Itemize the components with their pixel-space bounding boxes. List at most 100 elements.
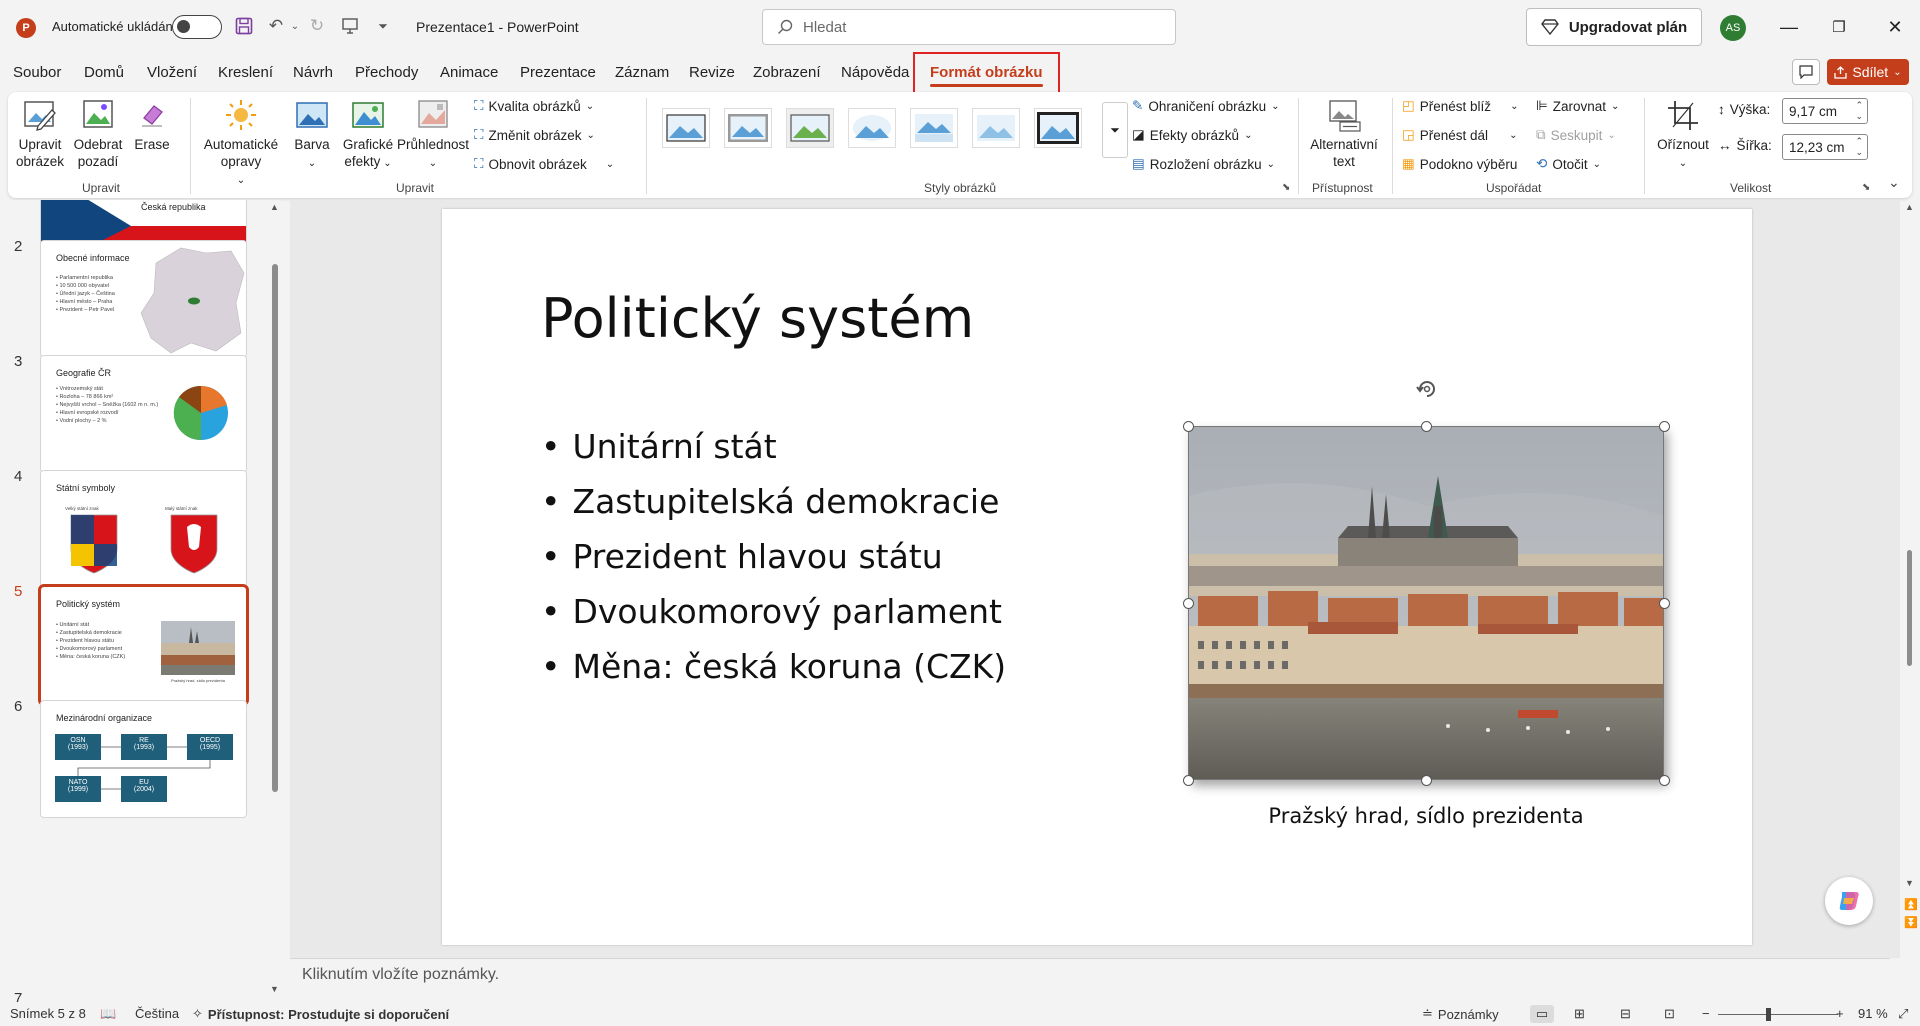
rotate-button[interactable]: ⟲ Otočit ⌄ [1536, 156, 1601, 172]
picture-layout-button[interactable]: ▤ Rozložení obrázku ⌄ [1132, 156, 1275, 172]
tab-domu[interactable]: Domů [84, 64, 124, 81]
slide-thumbnail-2[interactable]: Obecné informace • Parlamentní republika… [40, 240, 247, 358]
reading-view-icon[interactable]: ⊟ [1620, 1006, 1631, 1022]
customize-toolbar-icon[interactable]: ⏷ [371, 14, 395, 38]
auto-corrections-button[interactable]: Automatické opravy ⌄ [200, 98, 282, 189]
zoom-level[interactable]: 91 % [1858, 1006, 1888, 1021]
tab-napoveda[interactable]: Nápověda [841, 64, 909, 81]
copilot-button[interactable] [1825, 877, 1873, 925]
scroll-up-icon[interactable]: ▲ [270, 202, 279, 212]
transparency-button[interactable]: Průhlednost ⌄ [392, 98, 474, 172]
reset-picture-button[interactable]: ⛶ Obnovit obrázek ⌄ [474, 156, 614, 172]
tab-zaznam[interactable]: Záznam [615, 64, 669, 81]
scroll-down-icon[interactable]: ▼ [270, 984, 279, 994]
zoom-slider[interactable] [1718, 1014, 1838, 1015]
tab-soubor[interactable]: Soubor [13, 64, 61, 81]
fit-to-window-icon[interactable]: ⤢ [1898, 1006, 1908, 1022]
picture-style-1[interactable] [662, 108, 710, 148]
normal-view-icon[interactable]: ▭ [1530, 1005, 1554, 1023]
height-input[interactable]: 9,17 cm ⌃ ⌄ [1782, 98, 1868, 124]
slide-bullet-list[interactable]: Unitární stát Zastupitelská demokracie P… [541, 427, 1006, 702]
slide-thumbnail-6[interactable]: Mezinárodní organizace OSN (1993) RE (19… [40, 700, 247, 818]
send-backward-button[interactable]: ◲ Přenést dál ⌄ [1402, 127, 1517, 143]
slideshow-icon[interactable]: ⊡ [1664, 1006, 1675, 1022]
resize-handle-n[interactable] [1421, 421, 1432, 432]
slide-sorter-icon[interactable]: ⊞ [1574, 1006, 1585, 1022]
comments-button[interactable] [1792, 59, 1820, 85]
size-dialog-launcher-icon[interactable]: ⬊ [1862, 182, 1870, 193]
picture-style-6[interactable] [972, 108, 1020, 148]
upgrade-plan-button[interactable]: Upgradovat plán [1526, 8, 1702, 46]
slide-thumbnail-3[interactable]: Geografie ČR • Vnitrozemský stát • Rozlo… [40, 355, 247, 473]
picture-effects-button[interactable]: ◪ Efekty obrázků ⌄ [1132, 127, 1252, 143]
width-input[interactable]: 12,23 cm ⌃ ⌄ [1782, 134, 1868, 160]
resize-handle-ne[interactable] [1659, 421, 1670, 432]
photo-caption[interactable]: Pražský hrad, sídlo prezidenta [1188, 804, 1664, 828]
slide-scroll-thumb[interactable] [1907, 550, 1912, 666]
picture-style-7[interactable] [1034, 108, 1082, 148]
share-button[interactable]: Sdílet ⌄ [1827, 59, 1909, 85]
change-picture-button[interactable]: ⛶ Změnit obrázek ⌄ [474, 127, 595, 143]
selection-pane-button[interactable]: ▦ Podokno výběru [1402, 156, 1517, 172]
resize-handle-sw[interactable] [1183, 775, 1194, 786]
resize-handle-nw[interactable] [1183, 421, 1194, 432]
picture-style-2[interactable] [724, 108, 772, 148]
rotate-handle-icon[interactable] [1415, 377, 1439, 401]
save-icon[interactable] [232, 14, 256, 38]
picture-style-3[interactable] [786, 108, 834, 148]
tab-prechody[interactable]: Přechody [355, 64, 418, 81]
picture-style-4[interactable] [848, 108, 896, 148]
zoom-out-icon[interactable]: − [1702, 1006, 1710, 1021]
resize-handle-s[interactable] [1421, 775, 1432, 786]
notes-toggle-button[interactable]: ≐ Poznámky [1422, 1006, 1499, 1022]
color-button[interactable]: Barva ⌄ [288, 98, 336, 172]
tab-kresleni[interactable]: Kreslení [218, 64, 273, 81]
alt-text-button[interactable]: Alternativní text [1306, 98, 1382, 170]
slide-canvas[interactable]: Politický systém Unitární stát Zastupite… [442, 209, 1752, 945]
resize-handle-e[interactable] [1659, 598, 1670, 609]
picture-border-button[interactable]: ✎ Ohraničení obrázku ⌄ [1132, 98, 1280, 114]
group-button[interactable]: ⧉ Seskupit ⌄ [1536, 127, 1616, 143]
scroll-down-icon[interactable]: ▼ [1905, 878, 1914, 888]
slide-thumbnail-5[interactable]: Politický systém • Unitární stát • Zastu… [38, 584, 249, 706]
crop-button[interactable]: Oříznout ⌄ [1654, 98, 1712, 172]
tab-animace[interactable]: Animace [440, 64, 498, 81]
redo-icon[interactable]: ↻ [305, 14, 329, 38]
search-input[interactable]: Hledat [762, 9, 1176, 45]
remove-background-button[interactable]: Odebrat pozadí [70, 98, 126, 170]
edit-picture-button[interactable]: Upravit obrázek [14, 98, 66, 170]
collapse-ribbon-icon[interactable]: ⌄ [1888, 174, 1900, 191]
undo-dropdown-icon[interactable]: ⌄ [283, 14, 307, 38]
erase-button[interactable]: Erase [132, 98, 172, 153]
tab-prezentace[interactable]: Prezentace [520, 64, 596, 81]
slide-scrollbar[interactable]: ▲ ▼ ⏫ ⏬ [1900, 200, 1920, 958]
minimize-icon[interactable]: — [1774, 14, 1804, 40]
thumbnail-scroll-thumb[interactable] [272, 264, 278, 792]
gallery-more-button[interactable]: ⏷ [1102, 102, 1128, 158]
avatar[interactable]: AS [1720, 15, 1746, 41]
align-button[interactable]: ⊫ Zarovnat ⌄ [1536, 98, 1619, 114]
thumbnail-scrollbar[interactable]: ▲ ▼ [270, 200, 280, 1002]
resize-handle-se[interactable] [1659, 775, 1670, 786]
next-slide-icon[interactable]: ⏬ [1904, 916, 1918, 929]
restore-icon[interactable]: ❐ [1824, 14, 1854, 40]
zoom-in-icon[interactable]: + [1836, 1006, 1844, 1021]
slide-thumbnail-4[interactable]: Státní symboly Velký státní znak Malý st… [40, 470, 247, 588]
present-from-start-icon[interactable] [338, 14, 362, 38]
accessibility-status[interactable]: ✧ Přístupnost: Prostudujte si doporučení [192, 1006, 449, 1022]
picture-style-5[interactable] [910, 108, 958, 148]
autosave-toggle[interactable] [172, 15, 222, 39]
previous-slide-icon[interactable]: ⏫ [1904, 898, 1918, 911]
resize-handle-w[interactable] [1183, 598, 1194, 609]
close-icon[interactable]: ✕ [1880, 14, 1910, 40]
scroll-up-icon[interactable]: ▲ [1905, 202, 1914, 212]
tab-zobrazeni[interactable]: Zobrazení [753, 64, 821, 81]
height-spinner-icon[interactable]: ⌃ ⌄ [1855, 100, 1863, 122]
styles-dialog-launcher-icon[interactable]: ⬊ [1282, 182, 1290, 193]
artistic-effects-button[interactable]: Grafické efekty ⌄ [340, 98, 396, 172]
tab-vlozeni[interactable]: Vložení [147, 64, 197, 81]
tab-navrh[interactable]: Návrh [293, 64, 333, 81]
language-label[interactable]: Čeština [135, 1006, 179, 1021]
zoom-slider-knob[interactable] [1766, 1008, 1771, 1021]
notes-pane[interactable]: Kliknutím vložíte poznámky. [290, 958, 1890, 1002]
